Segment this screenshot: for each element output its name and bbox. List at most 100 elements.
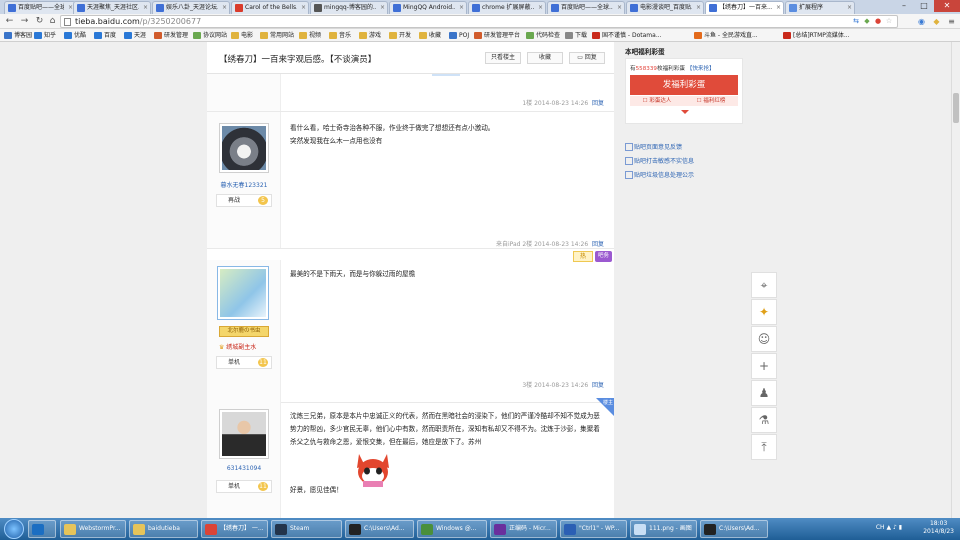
bookmark-16[interactable]: 研发管理平台 [474, 30, 520, 41]
taskbar-item-1[interactable] [28, 520, 56, 538]
tab-7[interactable]: chrome 扩展屏蔽... × [468, 1, 546, 14]
forward-button[interactable]: → [19, 16, 30, 27]
tab-close-icon[interactable]: × [143, 2, 148, 13]
bookmark-15[interactable]: POJ [449, 30, 469, 41]
taskbar-item-5[interactable]: Steam [271, 520, 342, 538]
taskbar-item-11[interactable]: C:\Users\Ad... [700, 520, 768, 538]
bookmark-8[interactable]: 电影 [231, 30, 253, 41]
extension-yellow-icon[interactable]: ◆ [931, 16, 942, 27]
taskbar-item-8[interactable]: 正编码 - Micr... [490, 520, 557, 538]
bookmark-17[interactable]: 代码检查 [526, 30, 560, 41]
bookmark-4[interactable]: 百度 [94, 30, 116, 41]
plus-icon[interactable]: + [751, 353, 777, 379]
taskbar-item-9[interactable]: "Ctrl1" - WP... [560, 520, 627, 538]
tab-close-icon[interactable]: × [617, 2, 622, 13]
adblock-icon[interactable]: ● [874, 17, 882, 25]
tab-close-icon[interactable]: × [459, 2, 464, 13]
taskbar-item-3[interactable]: baidutieba [129, 520, 198, 538]
reply-link[interactable]: 回复 [592, 241, 604, 248]
send-lottery-button[interactable]: 发福利彩蛋 [630, 75, 738, 95]
feedback-link[interactable]: 贴吧页面意见反馈 [625, 142, 682, 151]
tab-2[interactable]: 天涯聚焦_天涯社区... × [73, 1, 151, 14]
bookmark-20[interactable]: 斗鱼 - 全民游戏直... [694, 30, 758, 41]
author-name[interactable]: 631431094 [207, 465, 281, 472]
bookmark-5[interactable]: 天涯 [124, 30, 146, 41]
reload-button[interactable]: ↻ [34, 16, 45, 27]
tab-4[interactable]: Carol of the Bells... × [231, 1, 309, 14]
home-button[interactable]: ⌂ [47, 16, 58, 27]
tab-10[interactable]: 【绣春刀】一百来... × [705, 1, 784, 14]
taskbar-item-6[interactable]: C:\Users\Ad... [345, 520, 414, 538]
menu-icon[interactable]: ≡ [946, 16, 957, 27]
avatar[interactable] [217, 266, 269, 320]
bookmark-18[interactable]: 下载 [565, 30, 587, 41]
avatar[interactable] [219, 409, 269, 459]
tab-close-icon[interactable]: × [222, 2, 227, 13]
translate-icon[interactable]: ⇆ [852, 17, 860, 25]
user-icon[interactable]: ♟ [751, 380, 777, 406]
tab-close-icon[interactable]: × [696, 2, 701, 13]
clock[interactable]: 18:03 2014/8/23 [923, 520, 954, 536]
bookmark-19[interactable]: 国不谨慎 - Dotama... [592, 30, 662, 41]
bookmark-9[interactable]: 常用网站 [260, 30, 294, 41]
taskbar-item-4[interactable]: 【绣春刀】 一... [201, 520, 268, 538]
location-pin-icon[interactable]: ⌖ [751, 272, 777, 298]
taskbar-item-10[interactable]: 111.png - 画图 [630, 520, 697, 538]
join-link[interactable]: 【快来抢】 [687, 66, 715, 72]
author-name[interactable]: 暮水无春123321 [207, 180, 281, 189]
tab-9[interactable]: 电影漫谈吧_百度贴... × [626, 1, 704, 14]
reply-link[interactable]: 回复 [592, 382, 604, 389]
spam-notice-link[interactable]: 贴吧垃圾信息处理公示 [625, 170, 694, 179]
tab-11[interactable]: 扩展程序 × [785, 1, 855, 14]
extension-icon[interactable]: ◆ [863, 17, 871, 25]
page-scrollbar[interactable] [951, 42, 960, 518]
report-link[interactable]: 贴吧打击敏感不实信息 [625, 156, 694, 165]
magic-wand-icon[interactable]: ✦ [751, 299, 777, 325]
tab-1[interactable]: 百度贴吧——全球最大...× [4, 1, 76, 14]
back-to-top-icon[interactable]: ⤒ [751, 434, 777, 460]
expand-arrow-icon[interactable] [681, 110, 689, 114]
scrollbar-thumb[interactable] [953, 93, 959, 123]
mask-icon[interactable]: ☺ [751, 326, 777, 352]
favorite-button[interactable]: 收藏 [527, 52, 563, 64]
address-url[interactable]: tieba.baidu.com/p/3250200677 [75, 16, 201, 27]
flask-icon[interactable]: ⚗ [751, 407, 777, 433]
bookmark-11[interactable]: 音乐 [329, 30, 351, 41]
bookmark-12[interactable]: 游戏 [359, 30, 381, 41]
bookmark-star-icon[interactable]: ☆ [885, 17, 893, 25]
bookmark-1[interactable]: 博客园 [4, 30, 32, 41]
tab-5[interactable]: mingqq-博客园的... × [310, 1, 388, 14]
bookmark-6[interactable]: 研发管理 [154, 30, 188, 41]
address-bar[interactable]: tieba.baidu.com/p/3250200677 ⇆ ◆ ● ☆ [60, 15, 898, 28]
maximize-button[interactable]: □ [914, 0, 934, 12]
tab-6[interactable]: MingQQ Android... × [389, 1, 467, 14]
tab-3[interactable]: 娱乐八卦_天涯论坛... × [152, 1, 230, 14]
reply-button[interactable]: ▭ 回复 [569, 52, 605, 64]
bookmark-13[interactable]: 开发 [389, 30, 411, 41]
tab-close-icon[interactable]: × [380, 2, 385, 13]
avatar[interactable] [219, 123, 269, 173]
taskbar-item-7[interactable]: Windows @... [417, 520, 487, 538]
bookmark-2[interactable]: 知乎 [34, 30, 56, 41]
reply-link[interactable]: 回复 [592, 100, 604, 107]
bookmark-21[interactable]: [总结]RTMP流媒体... [783, 30, 850, 41]
tab-close-icon[interactable]: × [301, 2, 306, 13]
lottery-master-link[interactable]: ☐ 彩蛋达人 [643, 96, 672, 106]
lottery-rank-link[interactable]: ☐ 福利红榜 [697, 96, 726, 106]
extension-blue-icon[interactable]: ◉ [916, 16, 927, 27]
taskbar-item-2[interactable]: WebstormPr... [60, 520, 126, 538]
close-window-button[interactable]: ✕ [934, 0, 960, 12]
tab-8[interactable]: 百度贴吧——全球... × [547, 1, 625, 14]
tab-close-icon[interactable]: × [847, 2, 852, 13]
only-op-button[interactable]: 只看楼主 [485, 52, 521, 64]
minimize-button[interactable]: – [894, 0, 914, 12]
bookmark-7[interactable]: 协议网站 [193, 30, 227, 41]
tab-close-icon[interactable]: × [776, 2, 781, 13]
thread-header: 【绣春刀】一百来字观后感。【不谈演员】 只看楼主 收藏 ▭ 回复 [207, 42, 614, 74]
bookmark-3[interactable]: 优酷 [64, 30, 86, 41]
start-button[interactable] [4, 519, 24, 539]
back-button[interactable]: ← [4, 16, 15, 27]
bookmark-14[interactable]: 收藏 [419, 30, 441, 41]
bookmark-10[interactable]: 视频 [299, 30, 321, 41]
tab-close-icon[interactable]: × [538, 2, 543, 13]
